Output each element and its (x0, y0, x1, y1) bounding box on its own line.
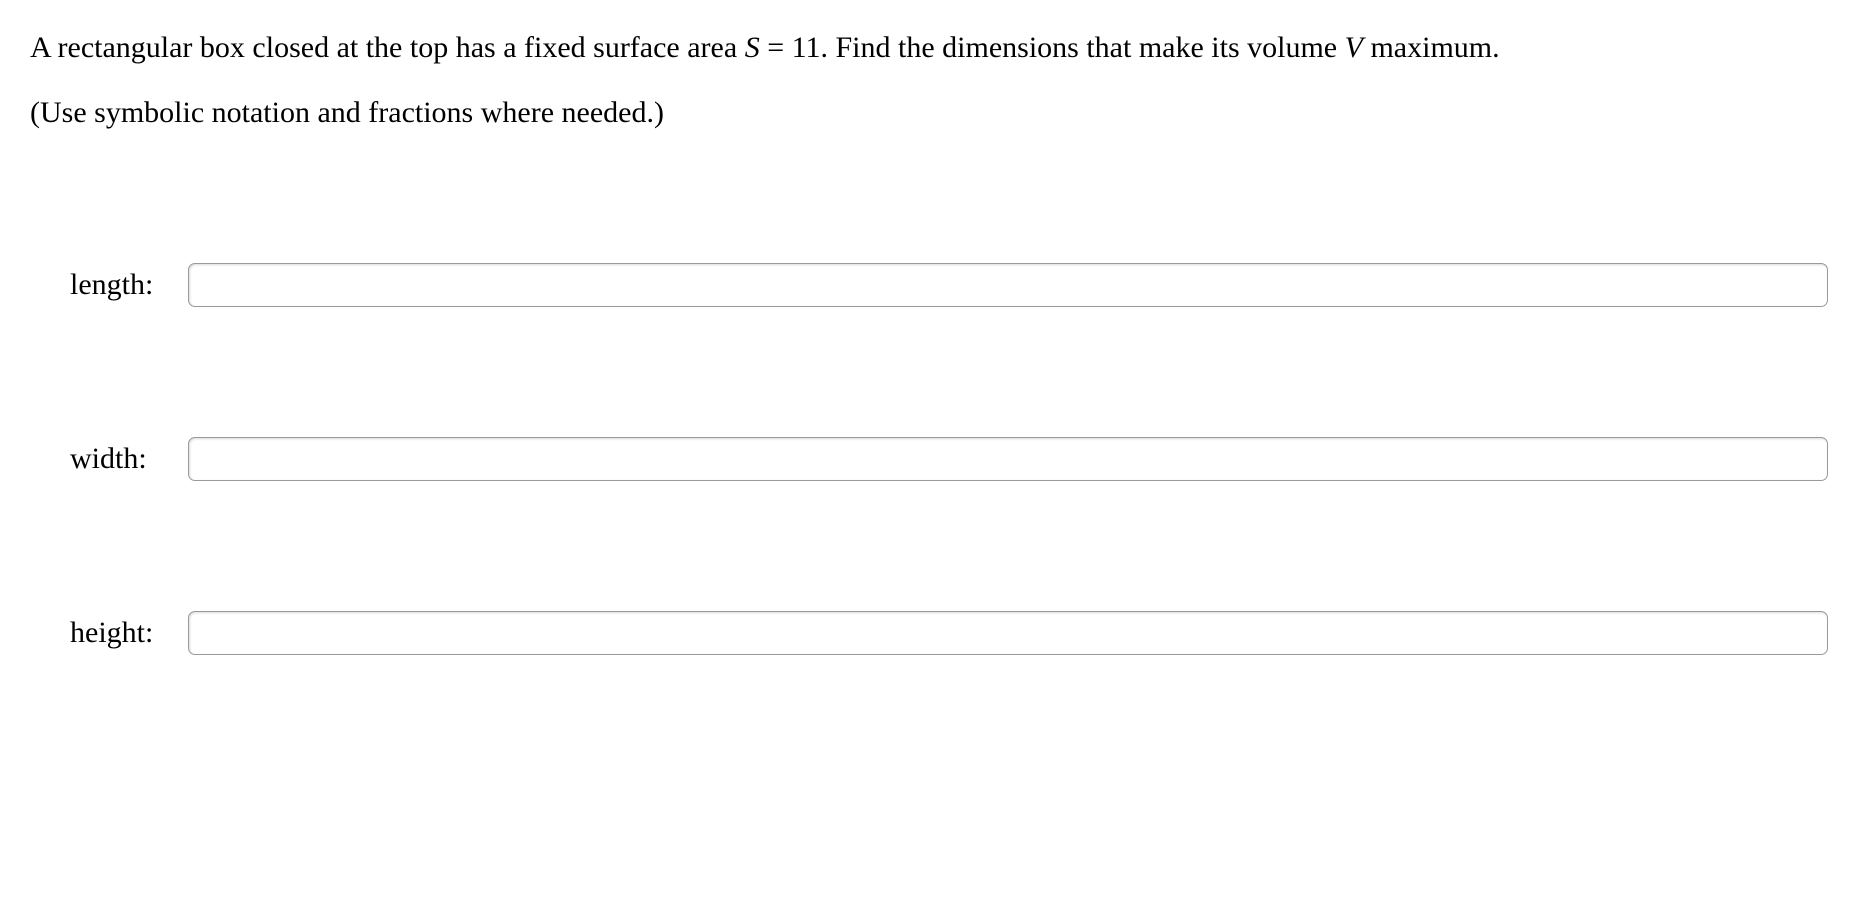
length-row: length: (70, 263, 1828, 307)
equals-sign: = (760, 31, 792, 64)
width-input[interactable] (188, 437, 1828, 481)
problem-page: A rectangular box closed at the top has … (0, 0, 1858, 695)
problem-text-end: maximum. (1363, 31, 1500, 64)
variable-V: V (1345, 31, 1363, 64)
length-input[interactable] (188, 263, 1828, 307)
problem-text-part1: A rectangular box closed at the top has … (30, 31, 745, 64)
problem-statement: A rectangular box closed at the top has … (30, 28, 1828, 69)
height-row: height: (70, 611, 1828, 655)
variable-S: S (745, 31, 760, 64)
surface-area-value: 11 (792, 31, 821, 64)
length-label: length: (70, 265, 180, 306)
answers-section: length: width: height: (30, 263, 1828, 655)
height-label: height: (70, 613, 180, 654)
width-row: width: (70, 437, 1828, 481)
hint-text: (Use symbolic notation and fractions whe… (30, 93, 1828, 134)
height-input[interactable] (188, 611, 1828, 655)
problem-text-part2: . Find the dimensions that make its volu… (821, 31, 1345, 64)
width-label: width: (70, 439, 180, 480)
